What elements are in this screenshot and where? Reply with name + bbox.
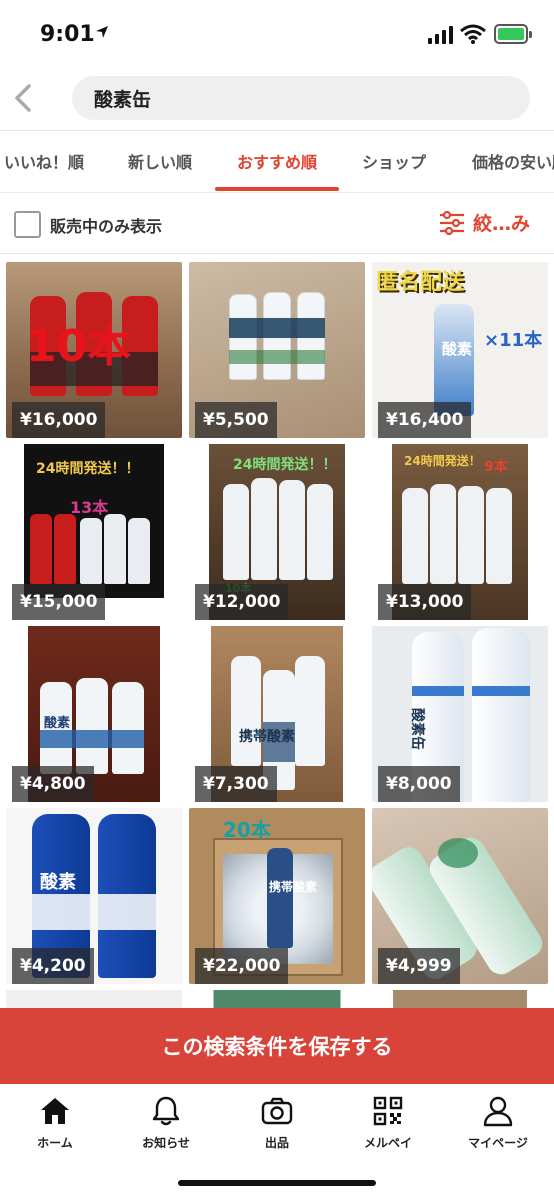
product-overlay-text: 20本	[223, 818, 271, 842]
nav-sell-label: 出品	[264, 1136, 289, 1150]
product-price: ¥7,300	[195, 766, 277, 802]
nav-mypage[interactable]: マイページ	[448, 1094, 548, 1151]
product-overlay-text: 24時間発送！	[404, 454, 481, 468]
location-arrow-icon	[96, 26, 108, 38]
narrow-down-label: 絞…み	[472, 213, 530, 235]
wifi-icon	[460, 24, 486, 44]
nav-merpay-label: メルペイ	[363, 1136, 412, 1150]
sort-tabs: いいね！順 新しい順 おすすめ順 ショップ 価格の安い順	[0, 130, 554, 192]
tab-newest[interactable]: 新しい順	[128, 149, 192, 173]
tab-likes[interactable]: いいね！順	[4, 149, 84, 173]
product-price: ¥13,000	[378, 584, 472, 620]
save-search-label: この検索条件を保存する	[161, 1035, 393, 1059]
status-time: 9:01	[40, 22, 95, 47]
camera-icon	[261, 1097, 293, 1125]
tab-recommended[interactable]: おすすめ順	[237, 149, 317, 173]
chevron-left-icon	[15, 84, 31, 112]
narrow-down-button[interactable]: 絞…み	[439, 209, 530, 236]
on-sale-only-label: 販売中のみ表示	[50, 217, 163, 236]
product-price: ¥12,000	[195, 584, 289, 620]
product-price: ¥22,000	[195, 948, 289, 984]
filter-row: 販売中のみ表示 絞…み	[0, 192, 554, 254]
product-price: ¥16,000	[12, 402, 106, 438]
product-card[interactable]: 酸素缶 ¥8,000	[372, 626, 548, 802]
product-card[interactable]: 24時間発送！！ 13本 ¥15,000	[6, 444, 182, 620]
nav-sell[interactable]: 出品	[227, 1094, 327, 1151]
cellular-signal-icon	[428, 26, 453, 44]
qr-icon	[373, 1096, 403, 1126]
product-price: ¥4,200	[12, 948, 94, 984]
product-overlay-text-secondary: 9本	[484, 459, 508, 475]
product-card[interactable]: 10本 ¥16,000	[6, 262, 182, 438]
product-card[interactable]: 20本 携帯酸素 ¥22,000	[189, 808, 365, 984]
home-indicator	[178, 1180, 376, 1186]
product-card[interactable]: 匿名配送 酸素 ×11本 ¥16,400	[372, 262, 548, 438]
status-bar: 9:01	[0, 0, 554, 70]
product-price: ¥15,000	[12, 584, 106, 620]
product-bottle-label: 酸素	[442, 340, 473, 358]
battery-icon	[494, 24, 532, 44]
nav-home-label: ホーム	[37, 1136, 73, 1150]
home-icon	[41, 1098, 69, 1124]
back-button[interactable]	[8, 78, 38, 118]
product-bottle-label: 酸素	[44, 716, 71, 731]
nav-notifications[interactable]: お知らせ	[116, 1094, 216, 1151]
tab-shop[interactable]: ショップ	[362, 149, 426, 173]
product-bottle-label: 携帯酸素	[269, 880, 318, 894]
product-bottle-label: 携帯酸素	[239, 729, 295, 745]
on-sale-only-checkbox[interactable]	[14, 211, 41, 238]
search-input[interactable]: 酸素缶	[72, 76, 530, 120]
search-header: 酸素缶	[0, 70, 554, 130]
active-tab-indicator	[215, 187, 339, 191]
bell-icon	[152, 1096, 180, 1126]
product-overlay-text-secondary: 13本	[70, 498, 109, 517]
nav-notifications-label: お知らせ	[142, 1136, 190, 1150]
product-card[interactable]: 24時間発送！ 9本 ¥13,000	[372, 444, 548, 620]
search-query: 酸素缶	[94, 88, 152, 111]
product-card[interactable]: 携帯酸素 ¥7,300	[189, 626, 365, 802]
product-overlay-text: 24時間発送！！	[233, 457, 337, 473]
tab-price-low[interactable]: 価格の安い順	[472, 149, 554, 173]
product-overlay-text: 10本	[26, 321, 132, 372]
product-price: ¥4,800	[12, 766, 94, 802]
product-card[interactable]: ¥4,999	[372, 808, 548, 984]
nav-merpay[interactable]: メルペイ	[338, 1094, 438, 1151]
product-bottle-label: 酸素缶	[409, 708, 425, 750]
person-icon	[483, 1096, 513, 1127]
product-overlay-text-secondary: ×11本	[484, 330, 543, 351]
product-price: ¥16,400	[378, 402, 472, 438]
product-overlay-text: 匿名配送	[376, 270, 465, 295]
product-price: ¥4,999	[378, 948, 460, 984]
product-price: ¥8,000	[378, 766, 460, 802]
product-bottle-label: 酸素	[40, 872, 76, 893]
nav-mypage-label: マイページ	[468, 1136, 528, 1150]
save-search-button[interactable]: この検索条件を保存する	[0, 1008, 554, 1084]
product-card[interactable]: 24時間発送！！ 10本 ¥12,000	[189, 444, 365, 620]
product-card[interactable]: ¥5,500	[189, 262, 365, 438]
product-card[interactable]: 酸素 ¥4,800	[6, 626, 182, 802]
product-card[interactable]: 酸素 ¥4,200	[6, 808, 182, 984]
nav-home[interactable]: ホーム	[5, 1094, 105, 1151]
filter-sliders-icon	[439, 210, 464, 235]
product-price: ¥5,500	[195, 402, 277, 438]
product-overlay-text: 24時間発送！！	[36, 461, 140, 477]
